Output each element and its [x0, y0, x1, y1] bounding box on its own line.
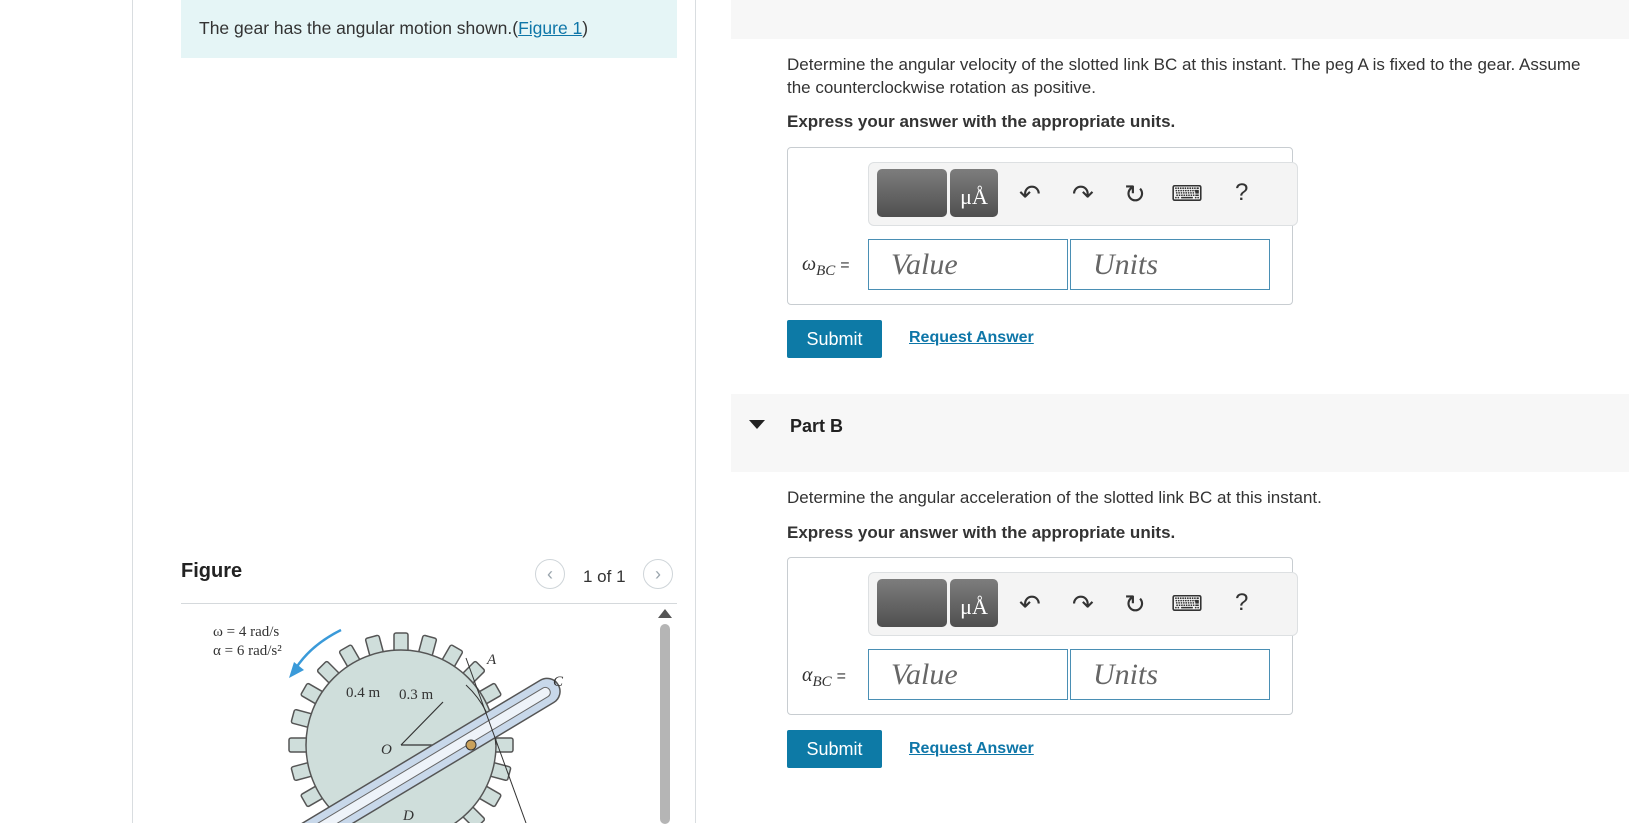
reset-icon[interactable]: ↻ — [1124, 179, 1146, 210]
chevron-down-icon[interactable] — [749, 420, 765, 429]
templates-icon[interactable] — [877, 579, 947, 627]
part-a-request-answer-link[interactable]: Request Answer — [909, 329, 1034, 347]
help-icon[interactable]: ? — [1235, 179, 1248, 207]
keyboard-icon[interactable]: ⌨ — [1171, 181, 1203, 207]
part-b-instruction: Express your answer with the appropriate… — [787, 523, 1176, 542]
omega-units-input[interactable]: Units — [1070, 239, 1270, 290]
prev-figure-button[interactable]: ‹ — [535, 559, 565, 589]
part-a-submit-button[interactable]: Submit — [787, 320, 882, 358]
next-figure-button[interactable]: › — [643, 559, 673, 589]
point-o-label: O — [381, 742, 392, 758]
units-icon[interactable]: μÅ — [950, 579, 998, 627]
redo-icon[interactable]: ↷ — [1072, 589, 1094, 620]
figure-pager: 1 of 1 — [583, 567, 626, 586]
reset-icon[interactable]: ↻ — [1124, 589, 1146, 620]
redo-icon[interactable]: ↷ — [1072, 179, 1094, 210]
chevron-left-icon: ‹ — [547, 563, 553, 584]
figure-link[interactable]: Figure 1 — [518, 18, 582, 38]
part-a-toolbar: μÅ ↶ ↷ ↻ ⌨ ? — [868, 162, 1298, 226]
part-a-header — [731, 0, 1629, 39]
part-b-title[interactable]: Part B — [790, 416, 843, 437]
gear-figure: ω = 4 rad/s α = 6 rad/s² 0.4 m 0.3 m O A… — [213, 624, 564, 823]
part-a-instruction: Express your answer with the appropriate… — [787, 112, 1176, 131]
omega-label: ω = 4 rad/s — [213, 624, 279, 640]
point-c-label: C — [553, 674, 564, 690]
omega-bc-label: ωBC = — [802, 253, 850, 279]
figure-divider — [181, 603, 677, 604]
keyboard-icon[interactable]: ⌨ — [1171, 591, 1203, 617]
figure-scrollbar[interactable] — [660, 624, 670, 824]
point-a-label: A — [486, 652, 497, 668]
alpha-units-input[interactable]: Units — [1070, 649, 1270, 700]
alpha-label: α = 6 rad/s² — [213, 643, 282, 659]
alpha-value-input[interactable]: Value — [868, 649, 1068, 700]
intro-text: The gear has the angular motion shown.(F… — [199, 18, 589, 38]
help-icon[interactable]: ? — [1235, 589, 1248, 617]
part-b-toolbar: μÅ ↶ ↷ ↻ ⌨ ? — [868, 572, 1298, 636]
omega-value-input[interactable]: Value — [868, 239, 1068, 290]
undo-icon[interactable]: ↶ — [1019, 179, 1041, 210]
part-a-question: Determine the angular velocity of the sl… — [787, 55, 1581, 97]
part-b-header[interactable] — [731, 394, 1629, 472]
scroll-up-arrow[interactable] — [658, 609, 672, 618]
point-d-label: D — [402, 808, 414, 823]
templates-icon[interactable] — [877, 169, 947, 217]
radius-label-2: 0.3 m — [399, 687, 434, 703]
alpha-bc-label: αBC = — [802, 664, 847, 690]
part-b-request-answer-link[interactable]: Request Answer — [909, 740, 1034, 758]
chevron-right-icon: › — [655, 563, 661, 584]
part-b-question: Determine the angular acceleration of th… — [787, 488, 1322, 507]
part-b-submit-button[interactable]: Submit — [787, 730, 882, 768]
figure-title: Figure — [181, 560, 243, 582]
left-column-divider — [132, 0, 133, 823]
units-icon[interactable]: μÅ — [950, 169, 998, 217]
radius-label-1: 0.4 m — [346, 685, 381, 701]
panel-divider — [695, 0, 696, 823]
undo-icon[interactable]: ↶ — [1019, 589, 1041, 620]
